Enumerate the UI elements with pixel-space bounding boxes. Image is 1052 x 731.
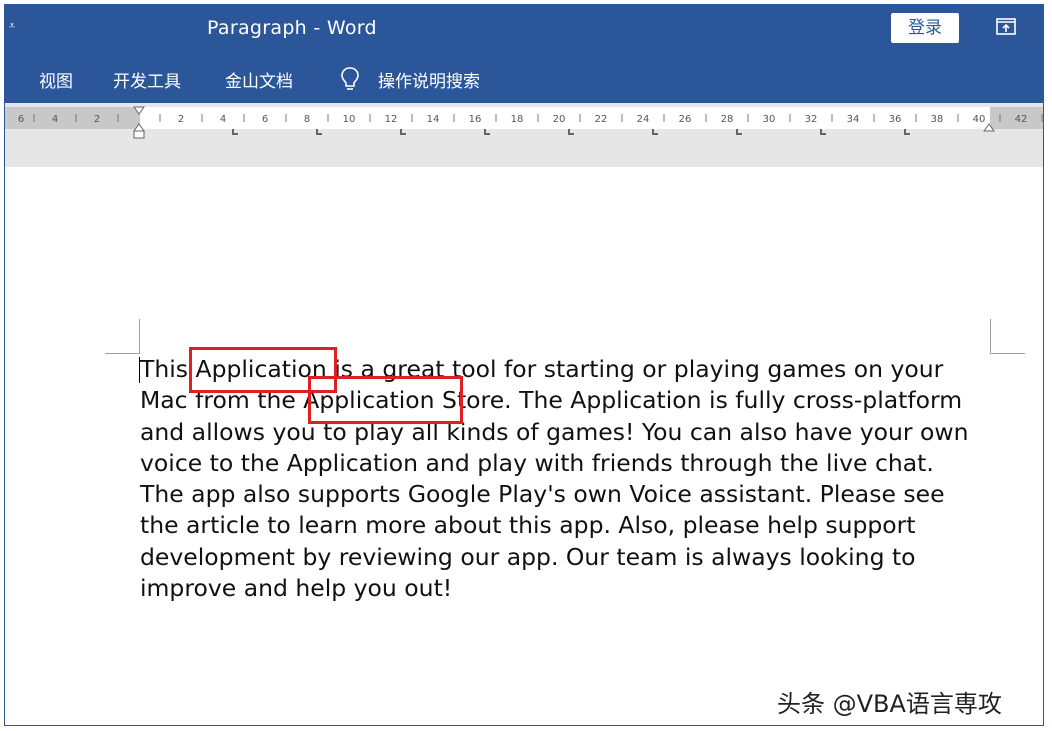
watermark: 头条 @VBA语言専攻 [777,690,1002,718]
ruler-label: 10 [343,114,356,125]
ruler-label: 6 [262,114,268,125]
margin-corner-top-right [990,319,1025,354]
horizontal-ruler[interactable]: 6 4 2 2 4 6 8 10 12 14 16 18 20 22 24 26 28 30 32 34 36 38 40 4… [5,103,1043,168]
window-title: Paragraph - Word [207,17,377,39]
ruler-label: 32 [805,114,818,125]
default-tab-stop [736,129,742,135]
ruler-label: 14 [427,114,440,125]
default-tab-stop [400,129,406,135]
ruler-label: 4 [52,114,58,125]
ruler-label: 22 [595,114,608,125]
ruler-label: 2 [94,114,100,125]
ruler-label: 8 [304,114,310,125]
ruler-label: 18 [511,114,524,125]
default-tab-stop [568,129,574,135]
ruler-label: 4 [220,114,226,125]
ruler-scale: 6 4 2 2 4 6 8 10 12 14 16 18 20 22 24 26 28 30 32 34 36 38 40 4… [5,106,1043,139]
default-tab-stop [904,129,910,135]
ruler-label: 16 [469,114,482,125]
ruler-label: 34 [847,114,860,125]
tab-kingsoft-docs[interactable]: 金山文档 [225,67,293,92]
ruler-label: 36 [889,114,902,125]
tell-me-search[interactable]: 操作说明搜索 [378,67,480,92]
ruler-label: 12 [385,114,398,125]
document-page[interactable]: This Application is a great tool for sta… [5,167,1043,725]
ruler-label: 30 [763,114,776,125]
ruler-label: 28 [721,114,734,125]
default-tab-stop [820,129,826,135]
default-tab-stop [652,129,658,135]
ruler-label: 20 [553,114,566,125]
default-tab-stop [232,129,238,135]
ribbon-display-options-icon[interactable] [995,17,1017,37]
ruler-label: 40 [973,114,986,125]
tab-developer[interactable]: 开发工具 [113,67,181,92]
tab-view[interactable]: 视图 [39,67,73,92]
ruler-label: 38 [931,114,944,125]
left-indent-marker[interactable] [133,130,145,139]
quick-access-dropdown-icon[interactable]: ⩡ [9,19,15,33]
ruler-label: 2 [178,114,184,125]
paragraph-2[interactable]: The app also supports Google Play's own … [140,479,990,604]
highlight-box-application-2 [308,376,463,424]
margin-corner-top-left [105,319,140,354]
lightbulb-icon [341,67,359,90]
default-tab-stop [484,129,490,135]
default-tab-stop [316,129,322,135]
ruler-label: 6 [18,114,24,125]
ribbon-tabs: 视图 开发工具 金山文档 操作说明搜索 [5,56,1043,103]
ruler-label: 42 [1015,114,1028,125]
login-button[interactable]: 登录 [891,13,959,43]
ruler-label: 26 [679,114,692,125]
word-window: ⩡ Paragraph - Word 登录 视图 开发工具 金山文档 操作说明搜… [4,4,1044,726]
title-bar: ⩡ Paragraph - Word 登录 [5,5,1043,56]
ruler-label: 24 [637,114,650,125]
